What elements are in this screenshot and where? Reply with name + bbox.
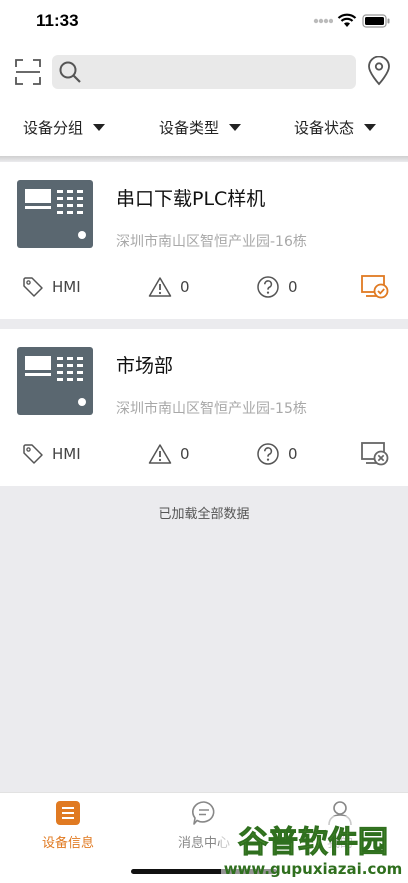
status-bar: 11:33 <box>0 0 408 44</box>
device-type: HMI <box>22 439 81 469</box>
watermark-logo: 谷普软件园 www.gupuxiazai.com <box>221 816 405 880</box>
device-thumbnail <box>17 180 93 248</box>
unknown-count-value: 0 <box>288 278 298 296</box>
device-name: 串口下载PLC样机 <box>116 188 266 210</box>
unknown-count-value: 0 <box>288 445 298 463</box>
device-address: 深圳市南山区智恒产业园-16栋 <box>116 234 307 250</box>
warning-icon <box>148 444 172 464</box>
filter-label: 设备分组 <box>23 118 84 137</box>
filter-device-group[interactable]: 设备分组 <box>23 110 106 144</box>
tag-icon <box>23 444 43 464</box>
header: 设备分组 设备类型 设备状态 <box>0 44 408 156</box>
battery-icon <box>362 14 390 28</box>
unknown-count: 0 <box>256 439 298 469</box>
alarm-count-value: 0 <box>180 445 190 463</box>
unknown-count: 0 <box>256 272 298 302</box>
caret-down-icon <box>229 123 242 131</box>
question-icon <box>257 443 279 465</box>
alarm-count: 0 <box>148 439 190 469</box>
filter-bar: 设备分组 设备类型 设备状态 <box>0 110 408 144</box>
device-type-label: HMI <box>52 278 81 296</box>
tab-label: 设备信息 <box>41 836 94 851</box>
device-thumbnail <box>17 347 93 415</box>
device-type: HMI <box>22 272 81 302</box>
message-icon <box>192 801 215 825</box>
alarm-count-value: 0 <box>180 278 190 296</box>
wifi-icon <box>337 13 357 27</box>
search-icon <box>59 61 81 83</box>
status-time: 11:33 <box>36 11 79 30</box>
device-address: 深圳市南山区智恒产业园-15栋 <box>116 401 307 417</box>
caret-down-icon <box>364 123 377 131</box>
scan-icon[interactable] <box>14 58 42 86</box>
device-meta: HMI 0 0 <box>0 439 408 469</box>
search-box[interactable] <box>52 55 356 89</box>
device-type-label: HMI <box>52 445 81 463</box>
device-online-icon <box>361 275 389 299</box>
hmi-device-icon <box>25 189 86 239</box>
tag-icon <box>23 277 43 297</box>
hmi-device-icon <box>25 356 86 406</box>
list-end-message: 已加载全部数据 <box>158 507 250 522</box>
filter-device-type[interactable]: 设备类型 <box>159 110 242 144</box>
tab-device-info[interactable]: 设备信息 <box>0 793 136 863</box>
watermark-url: www.gupuxiazai.com <box>224 860 403 878</box>
caret-down-icon <box>93 123 106 131</box>
device-meta: HMI 0 0 <box>0 272 408 302</box>
cellular-signal-icon <box>313 18 333 24</box>
location-pin-icon[interactable] <box>366 56 392 86</box>
watermark-brand: 谷普软件园 <box>238 825 388 860</box>
search-input[interactable] <box>88 55 350 89</box>
device-card[interactable]: 市场部 深圳市南山区智恒产业园-15栋 HMI 0 0 <box>0 329 408 486</box>
device-card[interactable]: 串口下载PLC样机 深圳市南山区智恒产业园-16栋 HMI 0 0 <box>0 162 408 319</box>
filter-label: 设备状态 <box>294 118 355 137</box>
device-name: 市场部 <box>116 355 174 377</box>
alarm-count: 0 <box>148 272 190 302</box>
warning-icon <box>148 277 172 297</box>
device-offline-icon <box>361 442 389 466</box>
device-list-icon <box>56 801 80 825</box>
filter-device-status[interactable]: 设备状态 <box>294 110 377 144</box>
filter-label: 设备类型 <box>159 118 220 137</box>
question-icon <box>257 276 279 298</box>
